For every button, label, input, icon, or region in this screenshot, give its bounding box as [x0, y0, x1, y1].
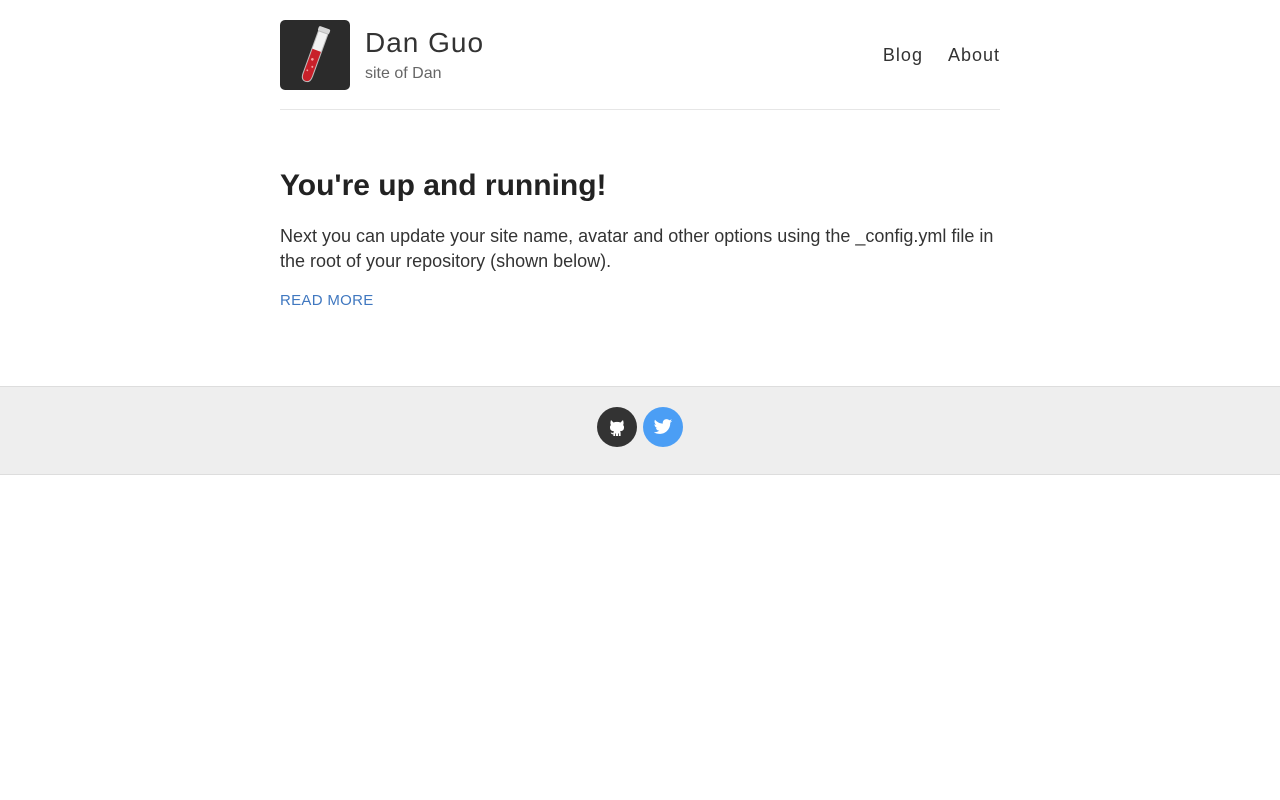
site-avatar[interactable] [280, 20, 350, 90]
site-description: site of Dan [365, 65, 442, 82]
site-footer [0, 386, 1280, 475]
post-preview: You're up and running! Next you can upda… [280, 110, 1000, 310]
page-wrapper: Dan Guo site of Dan Blog About You're up… [280, 0, 1000, 310]
github-link[interactable] [597, 407, 637, 447]
post-excerpt: Next you can update your site name, avat… [280, 226, 994, 271]
twitter-link[interactable] [643, 407, 683, 447]
test-tube-icon [301, 26, 331, 83]
github-icon [609, 420, 625, 436]
main-nav: Blog About [883, 44, 1000, 66]
read-more-link[interactable]: READ MORE [280, 292, 374, 309]
nav-link-blog[interactable]: Blog [883, 44, 923, 66]
post-title: You're up and running! [280, 169, 607, 202]
social-links [597, 407, 683, 447]
nav-link-about[interactable]: About [948, 44, 1000, 66]
twitter-icon [653, 419, 673, 434]
site-name[interactable]: Dan Guo [365, 27, 484, 59]
masthead: Dan Guo site of Dan Blog About [280, 0, 1000, 110]
